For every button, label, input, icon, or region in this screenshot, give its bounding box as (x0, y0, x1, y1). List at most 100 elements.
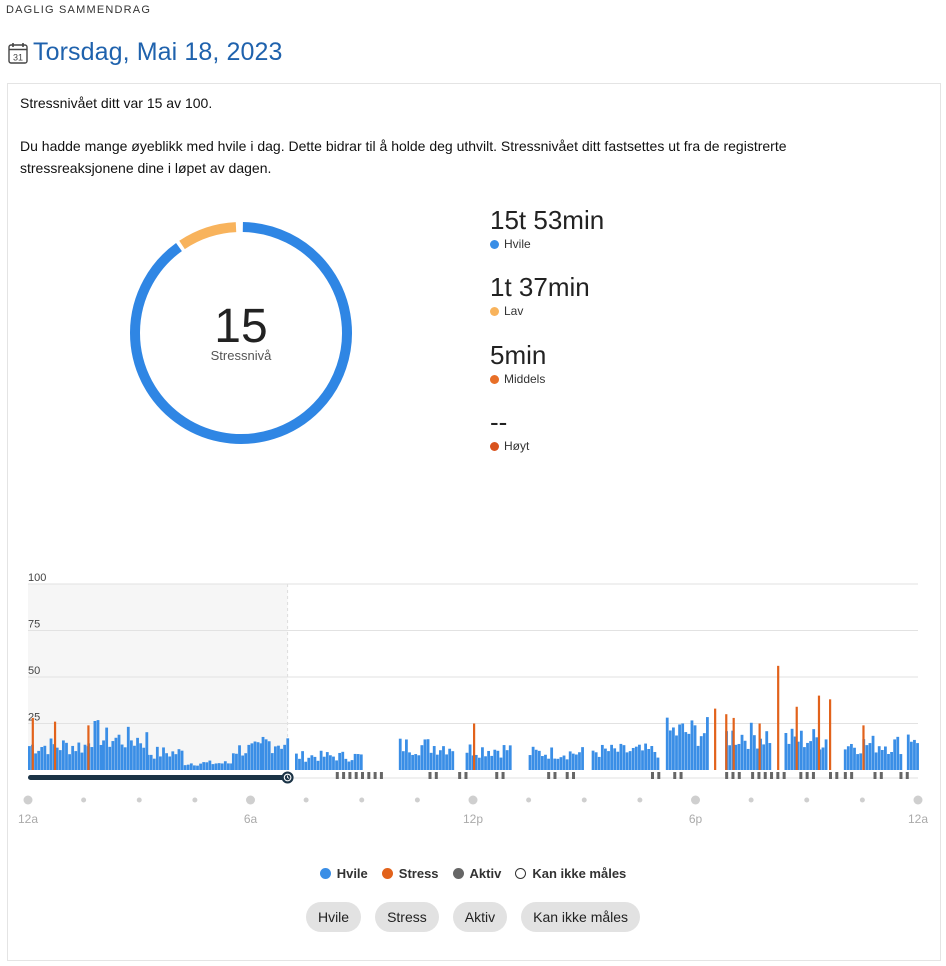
stat-medium-label: Middels (504, 372, 546, 386)
rest-bar (581, 747, 584, 770)
rest-bar (650, 746, 654, 770)
rest-bar (490, 755, 494, 770)
active-legend-dot-icon (452, 868, 464, 879)
x-tick-label: 12a (908, 812, 928, 826)
rest-bar (868, 743, 872, 770)
filter-unmeasurable-button[interactable]: Kan ikke måles (521, 902, 641, 932)
rest-bar (638, 744, 641, 770)
rest-bar (341, 751, 345, 770)
stress-donut: 15 Stressnivå (126, 218, 356, 448)
rest-bar (749, 722, 753, 770)
stat-high-value: -- (490, 407, 508, 437)
rest-bar (493, 749, 497, 770)
rest-bar (896, 736, 900, 770)
rest-bar (859, 753, 863, 770)
rest-bar (877, 746, 881, 770)
rest-bar (120, 744, 124, 770)
rest-bar (405, 739, 408, 770)
active-marker (879, 772, 883, 779)
stat-rest-value: 15t 53min (490, 205, 605, 235)
rest-legend-dot-icon (319, 868, 331, 879)
stat-low: 1t 37min Lav (490, 272, 590, 318)
rest-bar (499, 757, 503, 770)
rest-bar (34, 753, 37, 770)
rest-bar (99, 744, 103, 770)
rest-bar (223, 761, 227, 770)
rest-bar (199, 763, 202, 770)
rest-bar (322, 756, 326, 770)
rest-bar (756, 748, 759, 770)
rest-bar (180, 750, 184, 770)
calendar-icon[interactable]: 31 (8, 42, 28, 64)
active-marker (799, 772, 803, 779)
rest-bar (644, 743, 647, 770)
rest-bar (398, 738, 402, 770)
active-marker (354, 772, 358, 779)
active-marker (737, 772, 741, 779)
rest-bar (193, 765, 196, 770)
rest-bar (909, 741, 913, 770)
rest-bar (356, 754, 360, 770)
rest-bar (90, 747, 94, 770)
stat-rest-label: Hvile (504, 237, 531, 251)
rest-bar (286, 738, 290, 770)
hour-dot (246, 795, 255, 805)
rest-bar (544, 754, 547, 770)
rest-bar (531, 746, 535, 770)
rest-bar (168, 756, 172, 770)
rest-bar (681, 723, 685, 770)
stress-bar (473, 723, 476, 770)
low-dot-icon (490, 306, 499, 316)
date-header: 31 Torsdag, Mai 18, 2023 (8, 38, 282, 67)
rest-bar (690, 720, 694, 770)
rest-bar (445, 754, 448, 770)
rest-bar (414, 754, 418, 770)
hour-dot (913, 795, 923, 805)
stress-timeline: 100 75 50 25 12a 6a 12p 6p 12a (0, 560, 946, 840)
rest-bar (105, 727, 109, 770)
rest-bar (787, 743, 791, 770)
rest-bar (74, 751, 78, 770)
rest-bar (765, 731, 769, 770)
rest-bar (884, 746, 887, 770)
rest-bar (344, 758, 348, 770)
rest-bar (616, 751, 620, 770)
rest-bar (806, 742, 809, 770)
rest-bar (668, 730, 672, 770)
unmeasurable-legend-dot-icon (515, 868, 527, 879)
active-marker (651, 772, 654, 779)
rest-bar (465, 752, 469, 770)
rest-bar (417, 755, 421, 770)
rest-bar (186, 764, 190, 770)
donut-center: 15 Stressnivå (126, 300, 356, 363)
rest-bar (821, 747, 825, 770)
x-tick-label: 12p (463, 812, 483, 826)
active-marker (342, 772, 346, 779)
rest-bar (325, 752, 329, 770)
rest-bar (653, 751, 657, 770)
rest-bar (843, 749, 847, 770)
active-marker (501, 772, 505, 779)
stress-bar (87, 725, 90, 770)
hour-dot (81, 797, 87, 803)
rest-bar (114, 737, 118, 770)
rest-bar (890, 751, 893, 770)
rest-bar (625, 752, 629, 770)
active-marker (495, 772, 499, 779)
rest-bar (899, 754, 903, 770)
hour-dot (192, 797, 198, 803)
rest-bar (55, 747, 59, 770)
rest-bar (591, 750, 595, 770)
rest-bar (40, 747, 44, 770)
filter-active-button[interactable]: Aktiv (452, 902, 508, 932)
stress-bar (732, 717, 735, 770)
rest-bar (338, 752, 342, 770)
donut-segment-lav (179, 222, 237, 250)
rest-bar (600, 744, 604, 770)
rest-bar (65, 742, 68, 770)
filter-stress-button[interactable]: Stress (375, 902, 439, 932)
rest-bar (61, 740, 65, 770)
filter-rest-button[interactable]: Hvile (305, 902, 362, 932)
rest-bar (80, 752, 84, 770)
rest-bar (880, 749, 884, 770)
